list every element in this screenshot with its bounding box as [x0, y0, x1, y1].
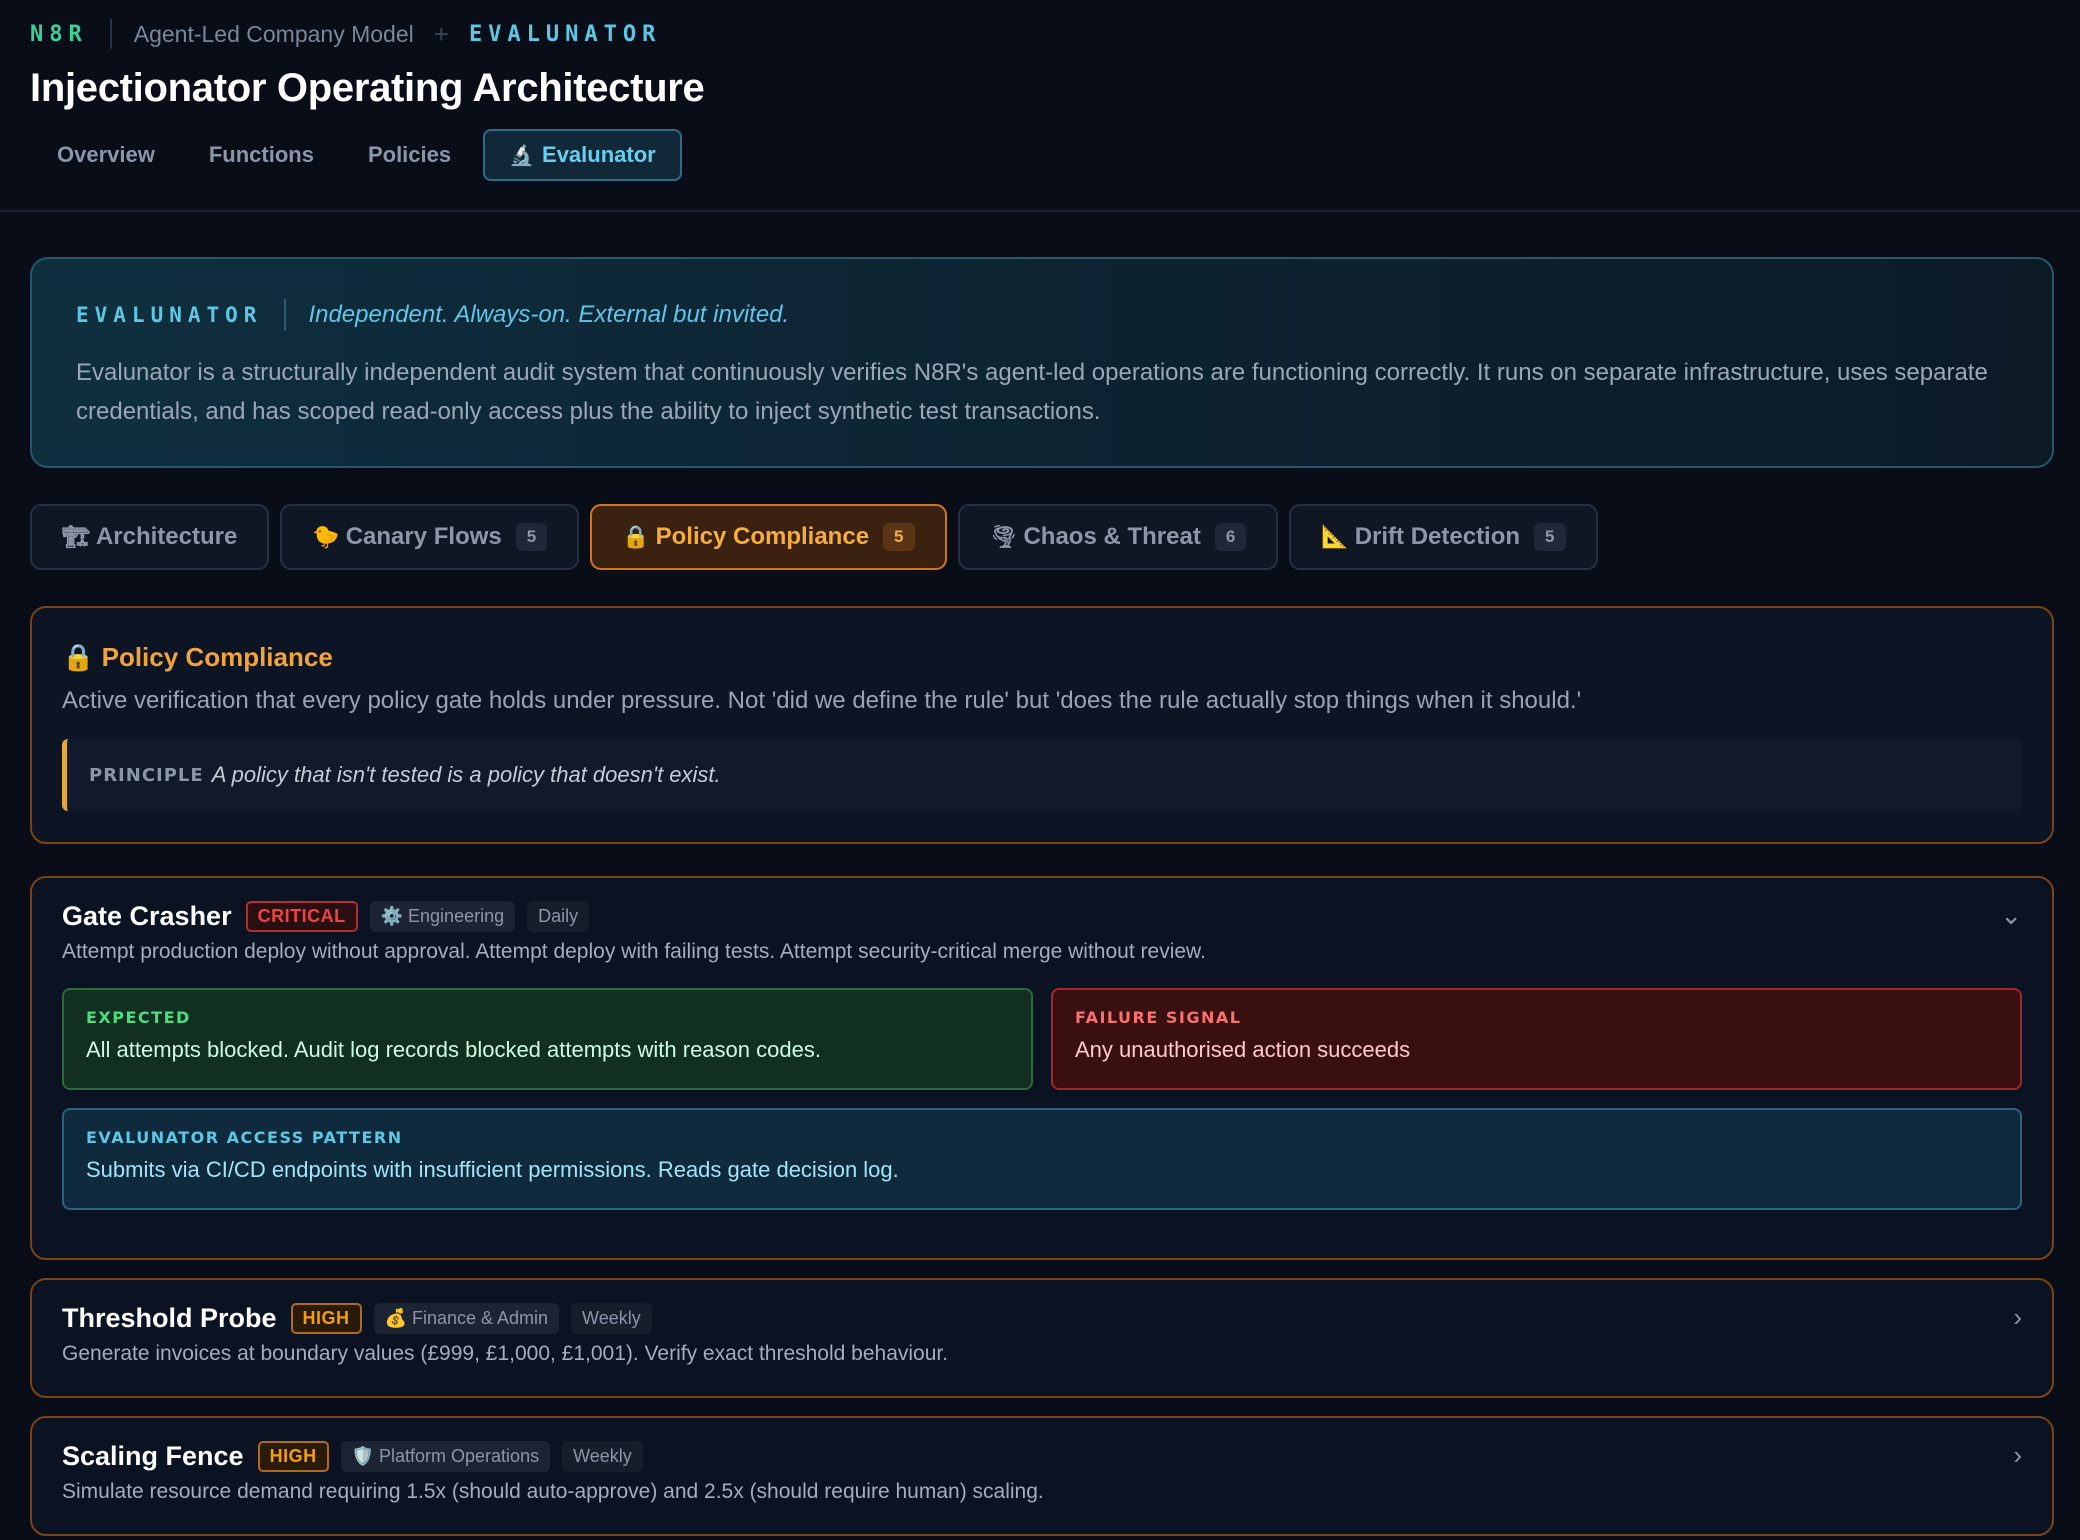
section-title: Policy Compliance — [101, 642, 333, 672]
count-badge: 5 — [883, 523, 915, 551]
main-content: EVALUNATOR Independent. Always-on. Exter… — [30, 257, 2054, 1536]
tornado-icon: 🌪 — [989, 524, 1018, 549]
tab-functions[interactable]: Functions — [182, 129, 341, 181]
department-label: Finance & Admin — [411, 1307, 549, 1328]
access-pattern-box: EVALUNATOR ACCESS PATTERN Submits via CI… — [62, 1108, 2022, 1210]
test-description: Simulate resource demand requiring 1.5x … — [62, 1480, 1044, 1503]
intro-description: Evalunator is a structurally independent… — [76, 359, 1988, 425]
test-description: Attempt production deploy without approv… — [62, 940, 1206, 963]
department-badge: 🛡️ Platform Operations — [340, 1440, 551, 1472]
tab-evalunator[interactable]: 🔬 Evalunator — [483, 129, 682, 181]
test-title: Scaling Fence — [62, 1440, 244, 1471]
test-description: Generate invoices at boundary values (£9… — [62, 1342, 949, 1365]
canary-bird-icon: 🐤 — [312, 524, 340, 549]
expected-text: All attempts blocked. Audit log records … — [86, 1037, 821, 1062]
subtab-label: Policy Compliance — [655, 523, 870, 550]
gear-icon: ⚙️ — [380, 905, 404, 926]
tab-label: Overview — [57, 142, 155, 167]
evalunator-subtabs: 🏗 Architecture 🐤 Canary Flows 5 🔒 Policy… — [30, 504, 2054, 570]
failure-label: FAILURE SIGNAL — [1075, 1008, 1242, 1027]
section-heading: 🔒 Policy Compliance — [62, 642, 2022, 673]
access-label: EVALUNATOR ACCESS PATTERN — [86, 1128, 403, 1147]
subtab-label: Drift Detection — [1354, 523, 1521, 550]
test-title: Threshold Probe — [62, 1302, 277, 1333]
intro-tag: EVALUNATOR — [76, 303, 263, 327]
main-nav: Overview Functions Policies 🔬 Evalunator — [30, 129, 2050, 181]
department-badge: 💰 Finance & Admin — [373, 1302, 560, 1334]
section-tag: EVALUNATOR — [468, 21, 662, 47]
tab-label: Evalunator — [542, 142, 656, 167]
department-label: Platform Operations — [379, 1445, 540, 1466]
subtab-architecture[interactable]: 🏗 Architecture — [30, 504, 270, 570]
subtab-policy-compliance[interactable]: 🔒 Policy Compliance 5 — [590, 504, 947, 570]
tab-label: Functions — [208, 142, 314, 167]
plus-separator: + — [433, 18, 449, 49]
department-badge: ⚙️ Engineering — [369, 900, 516, 932]
brand-logo[interactable]: N8R — [30, 22, 88, 47]
divider — [284, 299, 287, 331]
tab-label: Policies — [367, 142, 452, 167]
count-badge: 5 — [1534, 523, 1566, 551]
lock-icon: 🔒 — [622, 524, 650, 549]
count-badge: 6 — [1214, 523, 1247, 551]
card-header: Threshold Probe HIGH 💰 Finance & Admin W… — [62, 1300, 2022, 1336]
test-title: Gate Crasher — [62, 900, 232, 931]
lock-icon: 🔒 — [62, 642, 95, 672]
test-card-gate-crasher[interactable]: Gate Crasher CRITICAL ⚙️ Engineering Dai… — [30, 876, 2054, 1260]
test-card-scaling-fence[interactable]: Scaling Fence HIGH 🛡️ Platform Operation… — [30, 1416, 2054, 1536]
failure-signal-box: FAILURE SIGNAL Any unauthorised action s… — [1051, 988, 2022, 1090]
brand-row: N8R Agent-Led Company Model + EVALUNATOR — [30, 18, 2050, 50]
tab-policies[interactable]: Policies — [341, 129, 478, 181]
subtab-label: Canary Flows — [345, 523, 502, 550]
severity-badge: HIGH — [257, 1440, 329, 1472]
expected-box: EXPECTED All attempts blocked. Audit log… — [62, 988, 1033, 1090]
severity-badge: CRITICAL — [245, 900, 358, 932]
tab-overview[interactable]: Overview — [30, 129, 182, 181]
card-header: Scaling Fence HIGH 🛡️ Platform Operation… — [62, 1438, 2022, 1474]
subtab-label: Architecture — [95, 523, 238, 550]
subtab-chaos-threat[interactable]: 🌪 Chaos & Threat 6 — [957, 504, 1279, 570]
test-card-threshold-probe[interactable]: Threshold Probe HIGH 💰 Finance & Admin W… — [30, 1278, 2054, 1398]
card-header: Gate Crasher CRITICAL ⚙️ Engineering Dai… — [62, 898, 2022, 934]
expected-label: EXPECTED — [86, 1008, 191, 1027]
shield-icon: 🛡️ — [351, 1445, 374, 1466]
subtab-canary-flows[interactable]: 🐤 Canary Flows 5 — [280, 504, 580, 570]
principle-callout: PRINCIPLE A policy that isn't tested is … — [62, 739, 2022, 811]
subtab-label: Chaos & Threat — [1023, 523, 1201, 550]
count-badge: 5 — [515, 523, 548, 551]
money-bag-icon: 💰 — [384, 1307, 407, 1328]
department-label: Engineering — [408, 905, 505, 926]
principle-label: PRINCIPLE — [89, 764, 204, 786]
access-text: Submits via CI/CD endpoints with insuffi… — [86, 1157, 899, 1182]
chevron-right-icon[interactable]: › — [2013, 1302, 2022, 1333]
evalunator-intro-panel: EVALUNATOR Independent. Always-on. Exter… — [30, 257, 2054, 468]
chevron-down-icon[interactable]: ⌄ — [2000, 900, 2022, 931]
principle-text: A policy that isn't tested is a policy t… — [211, 762, 721, 787]
top-header: N8R Agent-Led Company Model + EVALUNATOR… — [0, 0, 2080, 212]
outcome-boxes: EXPECTED All attempts blocked. Audit log… — [62, 988, 2022, 1090]
section-description: Active verification that every policy ga… — [62, 687, 1582, 714]
triangle-ruler-icon: 📐 — [1321, 524, 1349, 549]
frequency-badge: Daily — [527, 900, 590, 932]
frequency-badge: Weekly — [571, 1302, 652, 1334]
subtab-drift-detection[interactable]: 📐 Drift Detection 5 — [1289, 504, 1598, 570]
model-label: Agent-Led Company Model — [133, 20, 414, 47]
chevron-right-icon[interactable]: › — [2013, 1440, 2022, 1471]
intro-header: EVALUNATOR Independent. Always-on. Exter… — [76, 299, 2008, 331]
frequency-badge: Weekly — [562, 1440, 643, 1472]
page-title: Injectionator Operating Architecture — [30, 66, 705, 110]
construction-crane-icon: 🏗 — [62, 524, 90, 549]
divider — [109, 19, 112, 49]
microscope-icon: 🔬 — [509, 145, 535, 167]
intro-tagline: Independent. Always-on. External but inv… — [308, 301, 790, 328]
failure-text: Any unauthorised action succeeds — [1075, 1037, 1411, 1062]
severity-badge: HIGH — [290, 1302, 362, 1334]
policy-compliance-panel: 🔒 Policy Compliance Active verification … — [30, 606, 2054, 844]
